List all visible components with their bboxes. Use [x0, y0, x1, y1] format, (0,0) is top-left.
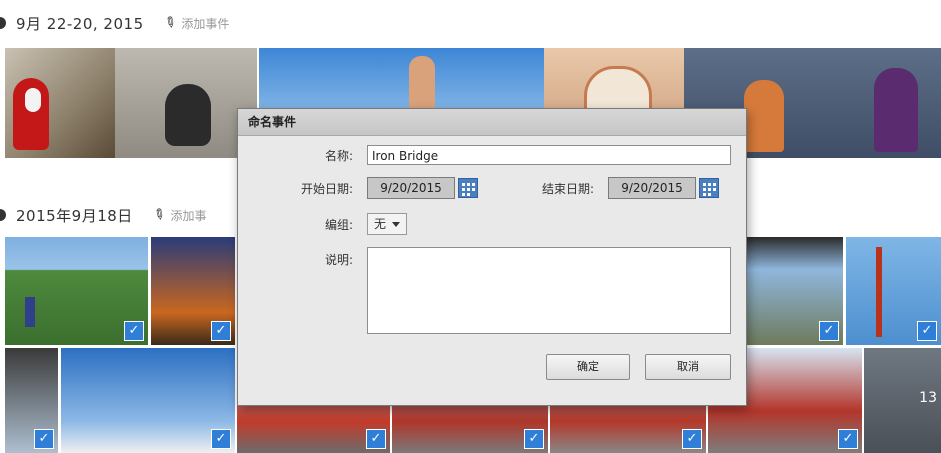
- check-icon[interactable]: ✓: [124, 321, 144, 341]
- check-icon[interactable]: ✓: [682, 429, 702, 449]
- calendar-icon[interactable]: [699, 178, 719, 198]
- event-group-date: 2015年9月18日: [16, 206, 133, 225]
- pencil-icon[interactable]: ✎: [160, 13, 179, 33]
- collapse-toggle[interactable]: [0, 209, 6, 221]
- end-date-label: 结束日期:: [541, 181, 594, 196]
- check-icon[interactable]: ✓: [366, 429, 386, 449]
- name-label: 名称:: [324, 148, 353, 163]
- check-icon[interactable]: ✓: [211, 429, 231, 449]
- group-row: 编组: 无: [238, 213, 408, 235]
- event-organizer-view: 9月 22-20, 2015 ✎ 添加事件 2015年9月18日 ✎ 添加事 ✓…: [0, 0, 941, 453]
- name-input[interactable]: Iron Bridge: [367, 145, 731, 165]
- check-icon[interactable]: ✓: [211, 321, 231, 341]
- check-icon[interactable]: ✓: [838, 429, 858, 449]
- description-row: 说明:: [238, 247, 731, 334]
- photo-thumbnail[interactable]: ✓: [61, 348, 235, 453]
- photo-thumbnail[interactable]: 13: [864, 348, 941, 453]
- ok-button[interactable]: 确定: [546, 354, 630, 380]
- description-textarea[interactable]: [367, 247, 731, 334]
- pencil-icon[interactable]: ✎: [149, 205, 168, 225]
- end-date-field[interactable]: 9/20/2015: [608, 177, 696, 199]
- photo-count-overlay: 13: [919, 390, 937, 406]
- photo-thumbnail[interactable]: ✓: [745, 237, 843, 345]
- photo-thumbnail[interactable]: ✓: [151, 237, 235, 345]
- group-selected-value: 无: [374, 217, 387, 231]
- dialog-title: 命名事件: [238, 109, 746, 136]
- check-icon[interactable]: ✓: [34, 429, 54, 449]
- collapse-toggle[interactable]: [0, 17, 6, 29]
- photo-thumbnail[interactable]: ✓: [5, 237, 148, 345]
- photo-thumbnail[interactable]: ✓: [5, 348, 58, 453]
- event-group-date: 9月 22-20, 2015: [16, 14, 144, 33]
- photo-thumbnail[interactable]: ✓: [846, 237, 941, 345]
- chevron-down-icon: [392, 221, 401, 227]
- group-dropdown[interactable]: 无: [367, 213, 408, 235]
- check-icon[interactable]: ✓: [819, 321, 839, 341]
- description-label: 说明:: [324, 253, 353, 267]
- photo-thumbnail[interactable]: [115, 48, 257, 158]
- check-icon[interactable]: ✓: [917, 321, 937, 341]
- event-group-header: 9月 22-20, 2015 ✎ 添加事件: [0, 8, 941, 38]
- start-date-label: 开始日期:: [300, 181, 353, 196]
- add-event-link[interactable]: 添加事: [171, 207, 207, 224]
- name-row: 名称: Iron Bridge: [238, 145, 731, 165]
- add-event-link[interactable]: 添加事件: [181, 15, 229, 32]
- photo-thumbnail[interactable]: [5, 48, 115, 158]
- name-event-dialog: 命名事件 名称: Iron Bridge 开始日期: 9/20/2015 结束日…: [237, 108, 747, 406]
- date-row: 开始日期: 9/20/2015 结束日期: 9/20/2015: [238, 177, 719, 199]
- group-label: 编组:: [324, 217, 353, 232]
- cancel-button[interactable]: 取消: [645, 354, 731, 380]
- check-icon[interactable]: ✓: [524, 429, 544, 449]
- start-date-field[interactable]: 9/20/2015: [367, 177, 455, 199]
- calendar-icon[interactable]: [458, 178, 478, 198]
